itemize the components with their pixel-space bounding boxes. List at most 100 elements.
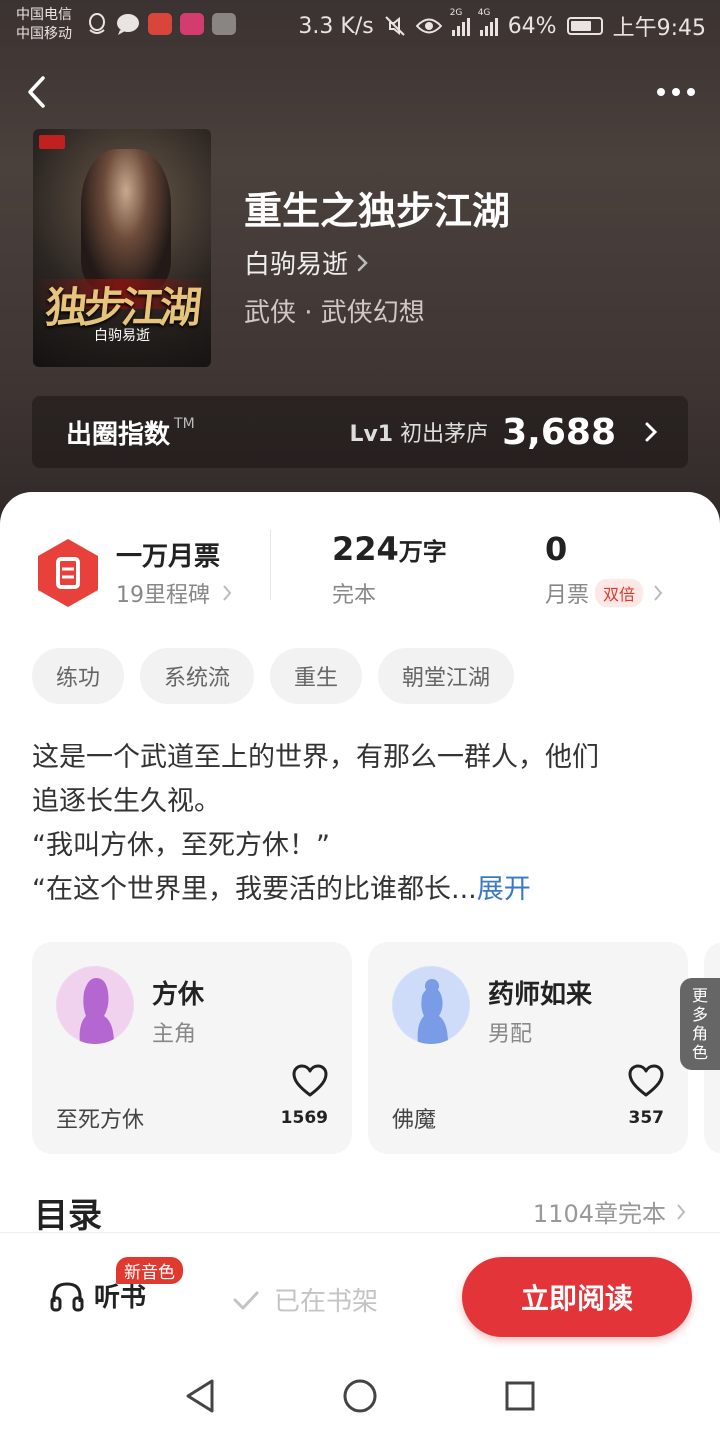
level-name: 初出茅庐 — [400, 422, 489, 447]
signal-1: 2G — [450, 8, 470, 36]
index-level: Lv1 初出茅庐 — [349, 416, 488, 448]
carrier-2: 中国移动 — [16, 26, 72, 42]
synopsis: 这是一个武道至上的世界，有那么一群人，他们 追逐长生久视。 “我叫方休，至死方休… — [32, 736, 688, 912]
chevron-right-icon — [223, 585, 232, 601]
battery-percent: 64% — [507, 13, 557, 39]
popularity-index-card[interactable]: 出圈指数 TM Lv1 初出茅庐 3,688 — [32, 396, 688, 468]
role-name: 方休 — [152, 980, 205, 1010]
bookshelf-label: 已在书架 — [274, 1287, 379, 1317]
heart-icon[interactable] — [292, 1064, 328, 1098]
bottom-action-bar: 听书 新音色 已在书架 立即阅读 — [0, 1232, 720, 1352]
double-badge: 双倍 — [595, 579, 644, 607]
book-genre: 武侠 · 武侠幻想 — [244, 298, 425, 328]
expand-link[interactable]: 展开 — [477, 874, 531, 905]
tag-chip[interactable]: 系统流 — [140, 648, 255, 704]
chevron-right-icon — [357, 254, 368, 271]
level-code: Lv1 — [349, 422, 394, 447]
synopsis-line: “我叫方休，至死方休！” — [32, 830, 330, 861]
bookshelf-button[interactable]: 已在书架 — [232, 1281, 378, 1318]
role-likes: 1569 — [280, 1108, 328, 1128]
tag-chip[interactable]: 朝堂江湖 — [378, 648, 515, 704]
eye-comfort-icon — [415, 18, 442, 34]
role-avatar — [56, 966, 134, 1044]
more-dot — [672, 88, 680, 96]
word-count-unit: 万字 — [398, 538, 447, 566]
author-name: 白驹易逝 — [244, 250, 349, 280]
cover-figure — [81, 149, 171, 289]
huawei-app-icon — [212, 13, 236, 35]
carrier-1: 中国电信 — [16, 7, 72, 23]
signal-2: 4G — [478, 8, 498, 36]
role-type: 主角 — [152, 1022, 197, 1047]
system-nav-bar — [0, 1352, 720, 1440]
battery-icon — [566, 17, 603, 35]
word-count: 224万字 — [332, 530, 447, 568]
synopsis-line: 这是一个武道至上的世界，有那么一群人，他们 — [32, 742, 599, 773]
female-silhouette-icon — [56, 966, 134, 1044]
triangle-back-icon — [186, 1379, 214, 1413]
signal-bars-2-icon — [479, 16, 498, 36]
more-dot — [687, 88, 695, 96]
monthly-votes-value: 0 — [545, 530, 568, 568]
synopsis-line-last: “在这个世界里，我要活的比谁都长...展开 — [32, 868, 688, 912]
role-avatar — [392, 966, 470, 1044]
tag-chip[interactable]: 练功 — [32, 648, 125, 704]
net-type-2: 4G — [477, 8, 491, 18]
read-now-button[interactable]: 立即阅读 — [462, 1257, 692, 1337]
index-value: 3,688 — [502, 411, 616, 453]
heart-icon[interactable] — [628, 1064, 664, 1098]
signal-bars-1-icon — [451, 16, 470, 36]
toc-link[interactable]: 1104章完本 — [533, 1194, 686, 1229]
toc-title: 目录 — [34, 1196, 102, 1236]
monthly-ticket-badge-icon — [38, 539, 98, 607]
role-card[interactable]: 方休 主角 至死方休 1569 — [32, 942, 352, 1154]
role-likes: 357 — [628, 1108, 665, 1128]
role-name: 药师如来 — [488, 980, 593, 1010]
role-quote: 至死方休 — [56, 1108, 145, 1133]
mute-icon — [384, 16, 405, 36]
circle-home-icon — [343, 1379, 377, 1413]
reader-app-icon — [180, 13, 204, 35]
square-recents-icon — [505, 1381, 535, 1411]
chevron-right-icon — [654, 585, 663, 601]
more-roles-button[interactable]: 更多角色 — [680, 978, 720, 1070]
network-speed: 3.3 K/s — [298, 13, 374, 39]
checkmark-icon — [233, 1291, 259, 1309]
notification-icons — [86, 12, 236, 36]
clock: 上午9:45 — [612, 16, 706, 41]
role-type: 男配 — [488, 1022, 533, 1047]
status-right: 3.3 K/s 2G 4G 64% 上午9:45 — [298, 8, 706, 42]
ticket-milestone-link[interactable]: 19里程碑 — [116, 577, 232, 609]
ticket-milestone-title: 一万月票 — [116, 542, 221, 572]
nav-home-button[interactable] — [340, 1376, 380, 1416]
chevron-right-icon — [677, 1203, 686, 1220]
tag-chip[interactable]: 重生 — [270, 648, 363, 704]
chat-icon — [117, 14, 139, 35]
qidian-app-icon — [148, 13, 172, 35]
stats-divider — [270, 530, 271, 600]
new-voice-badge: 新音色 — [116, 1257, 183, 1284]
word-count-value: 224 — [332, 530, 399, 568]
role-card[interactable]: 药师如来 男配 佛魔 357 — [368, 942, 688, 1154]
author-link[interactable]: 白驹易逝 — [244, 244, 368, 281]
book-cover[interactable]: 独步江湖 白驹易逝 — [33, 129, 211, 367]
more-options-button[interactable] — [654, 80, 698, 104]
toc-info: 1104章完本 — [532, 1200, 666, 1228]
back-button[interactable] — [18, 72, 54, 112]
ticket-milestone-sub: 19里程碑 — [116, 583, 210, 608]
qq-icon — [89, 13, 105, 34]
chevron-left-icon — [28, 76, 45, 108]
status-bar: 中国电信 中国移动 3.3 K/s 2G 4G 64% 上午9:45 — [0, 0, 720, 52]
monthly-votes-link[interactable]: 月票 双倍 — [545, 577, 663, 609]
index-right: Lv1 初出茅庐 3,688 — [349, 412, 658, 453]
cover-publisher-logo — [39, 135, 65, 149]
tag-list: 练功 系统流 重生 朝堂江湖 — [32, 648, 515, 704]
cover-author: 白驹易逝 — [94, 328, 150, 344]
book-status: 完本 — [332, 583, 377, 608]
chevron-right-icon — [645, 422, 658, 442]
book-title: 重生之独步江湖 — [244, 188, 511, 233]
synopsis-line: “在这个世界里，我要活的比谁都长... — [32, 874, 477, 905]
synopsis-line: 追逐长生久视。 — [32, 786, 221, 817]
nav-back-button[interactable] — [180, 1376, 220, 1416]
nav-recents-button[interactable] — [500, 1376, 540, 1416]
